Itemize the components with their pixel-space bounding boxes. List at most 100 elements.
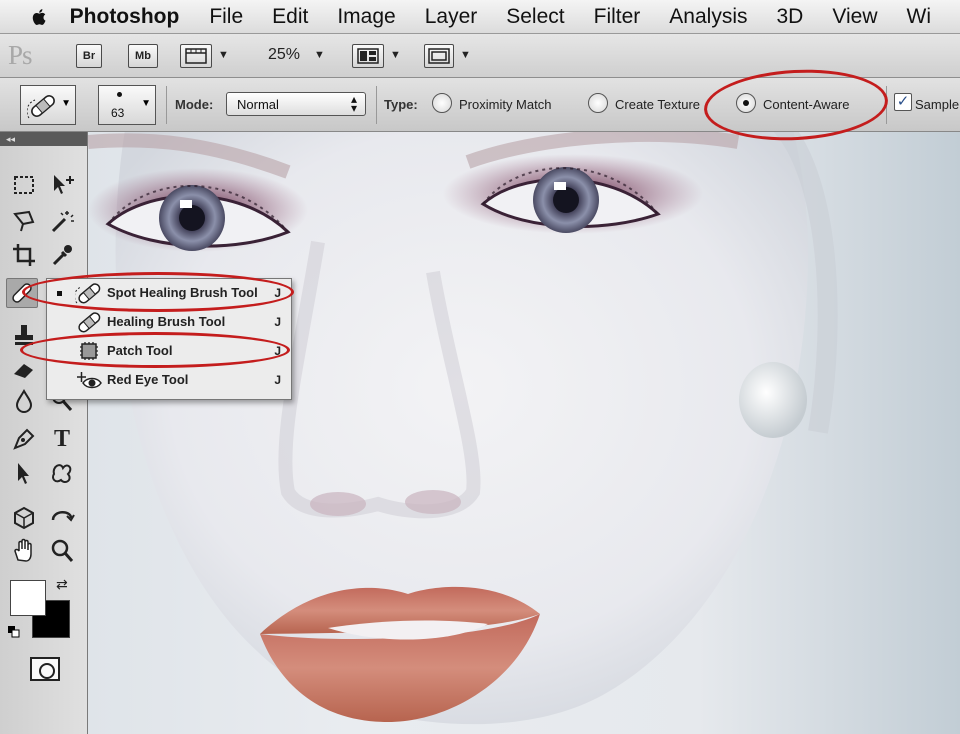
hand-icon	[14, 538, 32, 562]
red-eye-icon	[77, 372, 102, 389]
menu-analysis[interactable]: Analysis	[669, 5, 747, 29]
3d-orbit-icon	[51, 511, 75, 522]
screen-mode-dropdown-icon[interactable]: ▼	[460, 49, 471, 61]
create-texture-label[interactable]: Create Texture	[615, 97, 710, 112]
screen-mode-button[interactable]	[424, 44, 454, 68]
view-extras-button[interactable]	[180, 44, 212, 68]
content-aware-radio[interactable]	[736, 93, 756, 113]
flyout-item-red-eye[interactable]: Red Eye Tool J	[47, 366, 291, 394]
menu-app-name[interactable]: Photoshop	[70, 5, 180, 29]
spot-healing-brush-icon	[75, 283, 101, 304]
content-aware-label[interactable]: Content-Aware	[763, 97, 849, 112]
3d-rotate-tool[interactable]	[8, 502, 40, 532]
3d-camera-tool[interactable]	[46, 502, 78, 532]
flyout-item-healing-brush[interactable]: Healing Brush Tool J	[47, 308, 291, 336]
arrange-dropdown-icon[interactable]: ▼	[390, 49, 401, 61]
flyout-item-patch[interactable]: Patch Tool J	[47, 337, 291, 365]
type-tool[interactable]: T	[46, 424, 78, 454]
selected-tool-bullet	[57, 291, 62, 296]
swap-colors-icon[interactable]: ⇄	[56, 576, 68, 593]
sample-all-layers-label[interactable]: Sample All Layers	[915, 97, 960, 112]
lasso-tool[interactable]	[8, 206, 40, 236]
quick-selection-tool[interactable]	[46, 206, 78, 236]
mode-value: Normal	[237, 97, 279, 112]
eraser-tool[interactable]	[8, 354, 40, 384]
brush-dropdown-icon: ▼	[141, 98, 151, 109]
move-icon	[54, 175, 74, 194]
flyout-item-label: Healing Brush Tool	[107, 314, 226, 329]
menu-edit[interactable]: Edit	[272, 5, 308, 29]
menu-image[interactable]: Image	[337, 5, 395, 29]
document-canvas[interactable]	[88, 132, 960, 734]
foreground-color-swatch[interactable]	[10, 580, 46, 616]
proximity-match-radio[interactable]	[432, 93, 452, 113]
menu-filter[interactable]: Filter	[594, 5, 641, 29]
zoom-level[interactable]: 25%	[268, 46, 300, 64]
arrange-documents-button[interactable]	[352, 44, 384, 68]
zoom-dropdown-icon[interactable]: ▼	[314, 49, 325, 61]
rectangular-marquee-icon	[14, 176, 34, 194]
spot-healing-brush-tool[interactable]	[6, 278, 38, 308]
options-divider	[376, 86, 377, 124]
menu-3d[interactable]: 3D	[777, 5, 804, 29]
shortcut-key: J	[274, 315, 281, 329]
flyout-item-label: Patch Tool	[107, 343, 173, 358]
clone-stamp-icon	[15, 325, 33, 345]
proximity-match-label[interactable]: Proximity Match	[459, 97, 551, 112]
launch-mini-bridge-button[interactable]: Mb	[128, 44, 158, 68]
tools-panel-header[interactable]: ◂◂	[0, 132, 87, 146]
blur-tool[interactable]	[8, 386, 40, 416]
spot-healing-brush-icon	[27, 95, 55, 119]
menu-window[interactable]: Wi	[907, 5, 932, 29]
pen-icon	[13, 428, 35, 450]
arrange-documents-icon	[357, 48, 379, 64]
path-selection-tool[interactable]	[8, 458, 40, 488]
shortcut-key: J	[274, 344, 281, 358]
healing-brush-icon	[78, 312, 101, 333]
mode-label: Mode:	[175, 97, 214, 112]
tool-preset-picker[interactable]: ▼	[20, 85, 76, 125]
spot-healing-brush-icon	[12, 283, 32, 303]
options-divider	[166, 86, 167, 124]
flyout-item-spot-healing[interactable]: Spot Healing Brush Tool J	[47, 279, 291, 307]
custom-shape-tool[interactable]	[46, 458, 78, 488]
quick-mask-button[interactable]	[30, 657, 60, 681]
move-tool[interactable]	[46, 170, 78, 200]
portrait-photo	[88, 132, 838, 725]
zoom-tool[interactable]	[46, 536, 78, 566]
brush-size: 63	[111, 106, 125, 120]
hand-tool[interactable]	[8, 536, 40, 566]
custom-shape-icon	[51, 464, 72, 484]
create-texture-radio[interactable]	[588, 93, 608, 113]
menu-select[interactable]: Select	[506, 5, 564, 29]
photoshop-logo: Ps	[8, 40, 33, 70]
zoom-magnifier-icon	[51, 539, 74, 562]
brush-picker[interactable]: 63 ▼	[98, 85, 156, 125]
application-bar: Ps Br Mb ▼ 25% ▼ ▼ ▼	[0, 34, 960, 78]
mode-select[interactable]: Normal ▴ ▾	[226, 92, 366, 116]
flyout-item-label: Spot Healing Brush Tool	[107, 285, 258, 300]
menu-file[interactable]: File	[209, 5, 243, 29]
shortcut-key: J	[274, 373, 281, 387]
options-divider	[886, 86, 887, 124]
options-bar: ▼ 63 ▼ Mode: Normal ▴ ▾ Type: Proximity M…	[0, 78, 960, 132]
path-selection-icon	[18, 463, 29, 484]
menu-view[interactable]: View	[832, 5, 877, 29]
menu-layer[interactable]: Layer	[425, 5, 478, 29]
view-extras-dropdown-icon[interactable]: ▼	[218, 49, 229, 61]
crop-icon	[13, 244, 35, 266]
apple-icon[interactable]	[30, 4, 50, 30]
clone-stamp-tool[interactable]	[8, 320, 40, 350]
blur-drop-icon	[15, 388, 33, 413]
launch-bridge-button[interactable]: Br	[76, 44, 102, 68]
lasso-icon	[13, 210, 35, 232]
eyedropper-icon	[52, 245, 72, 266]
magic-wand-icon	[51, 211, 74, 233]
eyedropper-tool[interactable]	[46, 240, 78, 270]
crop-tool[interactable]	[8, 240, 40, 270]
pen-tool[interactable]	[8, 424, 40, 454]
marquee-tool[interactable]	[8, 170, 40, 200]
3d-object-rotate-icon	[14, 506, 34, 530]
default-colors-icon[interactable]	[8, 626, 20, 638]
sample-all-layers-checkbox[interactable]: ✓	[894, 93, 912, 111]
